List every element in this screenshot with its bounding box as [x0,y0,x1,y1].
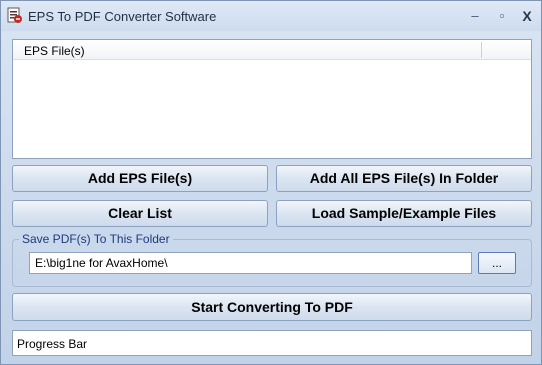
column-header-eps-files[interactable]: EPS File(s) [24,44,85,58]
document-pdf-icon [6,7,23,24]
progress-label: Progress Bar [17,337,88,351]
browse-folder-button[interactable]: ... [478,252,516,274]
minimize-button[interactable]: – [464,7,486,25]
start-converting-button[interactable]: Start Converting To PDF [12,293,532,321]
maximize-button[interactable]: ▫ [491,7,513,25]
add-folder-button[interactable]: Add All EPS File(s) In Folder [276,165,532,192]
add-eps-files-button[interactable]: Add EPS File(s) [12,165,268,192]
close-button[interactable]: X [516,7,538,25]
eps-file-list[interactable]: EPS File(s) [12,39,532,159]
output-folder-label: Save PDF(s) To This Folder [19,232,173,246]
window-title: EPS To PDF Converter Software [28,9,217,24]
title-bar[interactable]: EPS To PDF Converter Software – ▫ X [1,1,541,31]
progress-bar: Progress Bar [12,330,532,356]
output-folder-field[interactable]: E:\big1ne for AvaxHome\ [29,252,472,274]
load-sample-files-button[interactable]: Load Sample/Example Files [276,200,532,227]
file-list-header: EPS File(s) [13,40,531,60]
column-divider[interactable] [481,42,482,58]
app-window: EPS To PDF Converter Software – ▫ X EPS … [0,0,542,365]
clear-list-button[interactable]: Clear List [12,200,268,227]
